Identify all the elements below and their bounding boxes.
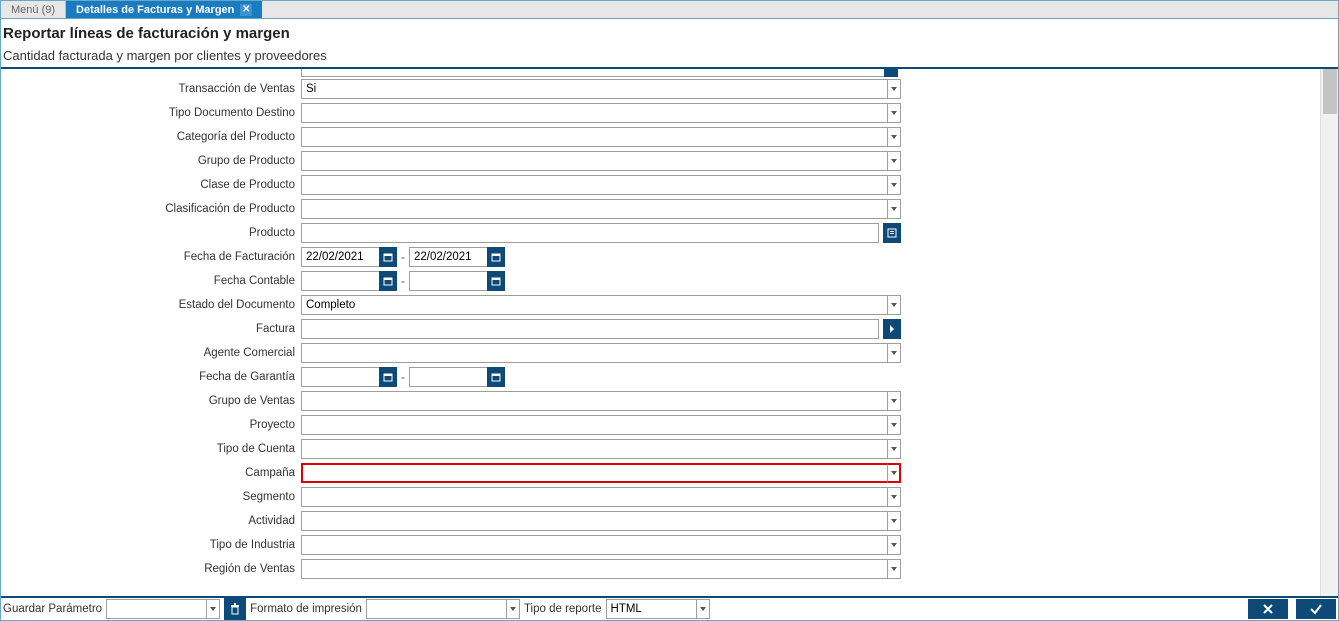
label-producto: Producto [1,227,301,239]
label-fecha-facturacion: Fecha de Facturación [1,251,301,263]
calendar-icon[interactable] [379,247,397,267]
tab-active-label: Detalles de Facturas y Margen [76,4,234,16]
page-subtitle: Cantidad facturada y margen por clientes… [3,48,1336,63]
chevron-down-icon[interactable] [887,127,901,147]
calendar-icon[interactable] [379,367,397,387]
categoria-producto-input[interactable] [301,127,887,147]
form-scroll-area: Transacción de Ventas Tipo Documento Des… [1,69,1316,596]
producto-input[interactable] [301,223,879,243]
producto-lookup-button[interactable] [883,223,901,243]
label-region-ventas: Región de Ventas [1,563,301,575]
tab-active[interactable]: Detalles de Facturas y Margen ✕ [66,1,262,18]
label-tipo-industria: Tipo de Industria [1,539,301,551]
tipo-industria-input[interactable] [301,535,887,555]
scrollbar-thumb[interactable] [1323,69,1337,114]
fecha-garantia-to-input[interactable] [409,367,487,387]
calendar-icon[interactable] [487,367,505,387]
label-agente-comercial: Agente Comercial [1,347,301,359]
vertical-scrollbar[interactable] [1320,69,1338,596]
label-clase-producto: Clase de Producto [1,179,301,191]
chevron-down-icon[interactable] [887,463,901,483]
cancel-button[interactable] [1248,599,1288,619]
chevron-down-icon[interactable] [887,487,901,507]
chevron-down-icon[interactable] [887,415,901,435]
chevron-down-icon[interactable] [887,79,901,99]
page-title: Reportar líneas de facturación y margen [3,25,1336,42]
calendar-icon[interactable] [487,271,505,291]
fecha-facturacion-to-input[interactable] [409,247,487,267]
label-factura: Factura [1,323,301,335]
tab-bar: Menú (9) Detalles de Facturas y Margen ✕ [1,1,1338,19]
chevron-down-icon[interactable] [887,535,901,555]
label-campana: Campaña [1,467,301,479]
chevron-down-icon[interactable] [887,295,901,315]
fecha-facturacion-from-input[interactable] [301,247,379,267]
chevron-down-icon[interactable] [506,599,520,619]
label-proyecto: Proyecto [1,419,301,431]
label-tipo-reporte: Tipo de reporte [524,603,602,615]
label-tipo-documento-destino: Tipo Documento Destino [1,107,301,119]
label-grupo-producto: Grupo de Producto [1,155,301,167]
tipo-documento-destino-input[interactable] [301,103,887,123]
label-categoria-producto: Categoría del Producto [1,131,301,143]
close-icon[interactable]: ✕ [240,4,252,16]
date-range-separator: - [399,274,407,288]
region-ventas-input[interactable] [301,559,887,579]
calendar-icon[interactable] [379,271,397,291]
chevron-down-icon[interactable] [887,343,901,363]
label-transaccion-ventas: Transacción de Ventas [1,83,301,95]
fecha-garantia-from-input[interactable] [301,367,379,387]
label-estado-documento: Estado del Documento [1,299,301,311]
chevron-down-icon[interactable] [887,151,901,171]
formato-impresion-input[interactable] [366,599,506,619]
tipo-cuenta-input[interactable] [301,439,887,459]
campana-input[interactable] [301,463,887,483]
estado-documento-input[interactable] [301,295,887,315]
chevron-down-icon[interactable] [887,511,901,531]
label-fecha-contable: Fecha Contable [1,275,301,287]
tipo-reporte-input[interactable] [606,599,696,619]
label-fecha-garantia: Fecha de Garantía [1,371,301,383]
fecha-contable-to-input[interactable] [409,271,487,291]
chevron-down-icon[interactable] [887,391,901,411]
label-actividad: Actividad [1,515,301,527]
label-segmento: Segmento [1,491,301,503]
tab-menu[interactable]: Menú (9) [1,1,66,18]
chevron-down-icon[interactable] [887,199,901,219]
chevron-down-icon[interactable] [696,599,710,619]
factura-input[interactable] [301,319,879,339]
chevron-down-icon[interactable] [887,103,901,123]
grupo-ventas-input[interactable] [301,391,887,411]
chevron-down-icon[interactable] [206,599,220,619]
label-formato-impresion: Formato de impresión [250,603,362,615]
agente-comercial-input[interactable] [301,343,887,363]
page-header: Reportar líneas de facturación y margen … [1,19,1338,67]
ok-button[interactable] [1296,599,1336,619]
chevron-down-icon[interactable] [887,559,901,579]
footer-bar: Guardar Parámetro Formato de impresión T… [1,596,1338,620]
transaccion-ventas-input[interactable] [301,79,887,99]
guardar-parametro-input[interactable] [106,599,206,619]
label-clasificacion-producto: Clasificación de Producto [1,203,301,215]
clase-producto-input[interactable] [301,175,887,195]
label-tipo-cuenta: Tipo de Cuenta [1,443,301,455]
proyecto-input[interactable] [301,415,887,435]
clasificacion-producto-input[interactable] [301,199,887,219]
date-range-separator: - [399,250,407,264]
grupo-producto-input[interactable] [301,151,887,171]
delete-button[interactable] [224,598,246,620]
label-grupo-ventas: Grupo de Ventas [1,395,301,407]
calendar-icon[interactable] [487,247,505,267]
factura-lookup-button[interactable] [883,319,901,339]
chevron-down-icon[interactable] [887,439,901,459]
label-guardar-parametro: Guardar Parámetro [3,603,102,615]
segmento-input[interactable] [301,487,887,507]
fecha-contable-from-input[interactable] [301,271,379,291]
date-range-separator: - [399,370,407,384]
chevron-down-icon[interactable] [887,175,901,195]
actividad-input[interactable] [301,511,887,531]
